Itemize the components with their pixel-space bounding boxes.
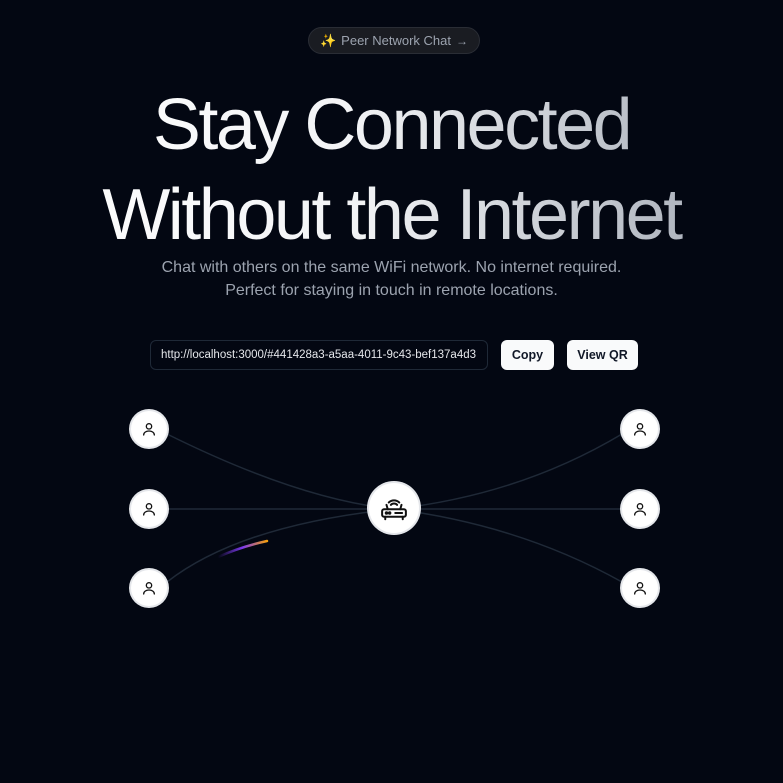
router-icon — [381, 499, 407, 521]
user-icon — [143, 582, 155, 595]
peer-node-left-middle — [131, 491, 167, 527]
user-icon — [634, 503, 646, 516]
user-icon — [143, 423, 155, 436]
network-diagram — [166, 433, 623, 583]
link-right-bottom — [393, 508, 623, 583]
user-icon — [143, 503, 155, 516]
peer-node-left-top — [131, 411, 167, 447]
peer-node-left-bottom — [131, 570, 167, 606]
peer-node-right-middle — [622, 491, 658, 527]
user-icon — [634, 582, 646, 595]
link-left-bottom — [166, 508, 395, 583]
peer-node-right-top — [622, 411, 658, 447]
link-left-top — [166, 433, 395, 510]
link-right-top — [393, 433, 623, 510]
user-icon — [634, 423, 646, 436]
router-hub — [369, 483, 419, 533]
peer-node-right-bottom — [622, 570, 658, 606]
